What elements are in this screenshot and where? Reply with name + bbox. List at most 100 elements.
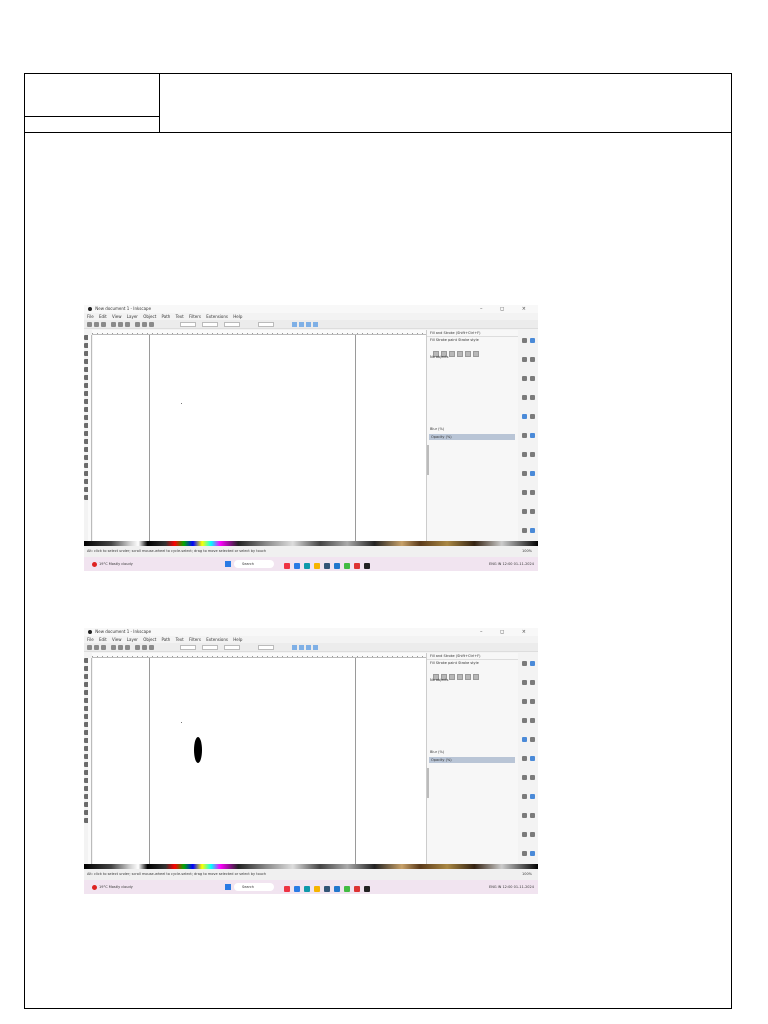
export-icon[interactable] (125, 322, 130, 327)
app-icon[interactable] (354, 886, 360, 892)
side-icon[interactable] (530, 528, 535, 533)
menu-layer[interactable]: Layer (127, 637, 138, 642)
x-field[interactable] (180, 645, 196, 650)
zoom-level[interactable]: 100% (522, 546, 532, 557)
y-field[interactable] (202, 645, 218, 650)
linear-gradient-icon[interactable] (449, 674, 455, 680)
opacity-slider[interactable]: Opacity (%) (429, 757, 515, 763)
undo-icon[interactable] (135, 645, 140, 650)
app-icon[interactable] (294, 563, 300, 569)
app-icon[interactable] (324, 886, 330, 892)
side-icon[interactable] (530, 357, 535, 362)
new-icon[interactable] (87, 322, 92, 327)
side-icon[interactable] (530, 680, 535, 685)
menu-path[interactable]: Path (162, 637, 171, 642)
side-icon[interactable] (530, 395, 535, 400)
pattern-icon[interactable] (465, 674, 471, 680)
snap-nodes-icon[interactable] (306, 645, 311, 650)
save-icon[interactable] (101, 645, 106, 650)
app-icon[interactable] (344, 886, 350, 892)
folder-icon[interactable] (314, 563, 320, 569)
inkscape-icon[interactable] (364, 563, 370, 569)
menu-file[interactable]: File (87, 637, 94, 642)
w-field[interactable] (224, 645, 240, 650)
zoom-level[interactable]: 100% (522, 869, 532, 880)
radial-gradient-icon[interactable] (457, 674, 463, 680)
inkscape-icon[interactable] (364, 886, 370, 892)
start-icon[interactable] (225, 884, 231, 890)
side-icon[interactable] (522, 718, 527, 723)
canvas[interactable] (93, 335, 435, 541)
export-icon[interactable] (125, 645, 130, 650)
swatch-icon[interactable] (473, 351, 479, 357)
weather-widget[interactable]: 19°C Mostly cloudy (92, 880, 133, 894)
snap-nodes-icon[interactable] (306, 322, 311, 327)
side-icon[interactable] (522, 851, 527, 856)
side-icon[interactable] (530, 338, 535, 343)
app-icon[interactable] (294, 886, 300, 892)
side-icon[interactable] (522, 376, 527, 381)
open-icon[interactable] (94, 645, 99, 650)
side-icon[interactable] (530, 376, 535, 381)
side-icon[interactable] (530, 832, 535, 837)
zoom-fit-icon[interactable] (149, 322, 154, 327)
side-icon[interactable] (530, 452, 535, 457)
side-icon[interactable] (522, 414, 527, 419)
app-icon[interactable] (324, 563, 330, 569)
panel-tabs[interactable]: Fill Stroke paint Stroke style (427, 337, 518, 344)
side-icon[interactable] (530, 509, 535, 514)
snap-others-icon[interactable] (313, 645, 318, 650)
side-icon[interactable] (530, 490, 535, 495)
app-icon[interactable] (334, 563, 340, 569)
redo-icon[interactable] (142, 322, 147, 327)
side-icon[interactable] (522, 775, 527, 780)
menu-file[interactable]: File (87, 314, 94, 319)
menu-text[interactable]: Text (176, 637, 184, 642)
h-field[interactable] (258, 322, 274, 327)
menu-view[interactable]: View (112, 637, 122, 642)
weather-widget[interactable]: 19°C Mostly cloudy (92, 557, 133, 571)
opacity-slider[interactable]: Opacity (%) (429, 434, 515, 440)
start-icon[interactable] (225, 561, 231, 567)
y-field[interactable] (202, 322, 218, 327)
menu-help[interactable]: Help (233, 314, 242, 319)
radial-gradient-icon[interactable] (457, 351, 463, 357)
menu-edit[interactable]: Edit (99, 637, 107, 642)
app-icon[interactable] (304, 563, 310, 569)
system-tray[interactable]: ENG IN 12:00 01-11-2024 (489, 557, 534, 571)
print-icon[interactable] (111, 322, 116, 327)
drawn-ellipse[interactable] (194, 737, 202, 763)
swatch-icon[interactable] (473, 674, 479, 680)
side-icon[interactable] (522, 357, 527, 362)
snap-bbox-icon[interactable] (299, 322, 304, 327)
menu-path[interactable]: Path (162, 314, 171, 319)
canvas[interactable] (93, 658, 435, 864)
menu-object[interactable]: Object (143, 637, 156, 642)
side-icon[interactable] (522, 338, 527, 343)
save-icon[interactable] (101, 322, 106, 327)
window-controls[interactable]: – ◻ × (480, 305, 534, 313)
snap-icon[interactable] (292, 322, 297, 327)
snap-bbox-icon[interactable] (299, 645, 304, 650)
side-icon[interactable] (522, 452, 527, 457)
menu-extensions[interactable]: Extensions (206, 314, 228, 319)
snap-icon[interactable] (292, 645, 297, 650)
side-icon[interactable] (522, 509, 527, 514)
linear-gradient-icon[interactable] (449, 351, 455, 357)
side-icon[interactable] (530, 414, 535, 419)
w-field[interactable] (224, 322, 240, 327)
app-icon[interactable] (354, 563, 360, 569)
side-icon[interactable] (530, 718, 535, 723)
side-icon[interactable] (522, 433, 527, 438)
side-icon[interactable] (522, 756, 527, 761)
menu-help[interactable]: Help (233, 637, 242, 642)
side-icon[interactable] (522, 680, 527, 685)
panel-scrollbar[interactable] (427, 445, 429, 475)
side-icon[interactable] (522, 832, 527, 837)
side-icon[interactable] (530, 433, 535, 438)
panel-scrollbar[interactable] (427, 768, 429, 798)
app-icon[interactable] (304, 886, 310, 892)
print-icon[interactable] (111, 645, 116, 650)
app-icon[interactable] (284, 563, 290, 569)
new-icon[interactable] (87, 645, 92, 650)
